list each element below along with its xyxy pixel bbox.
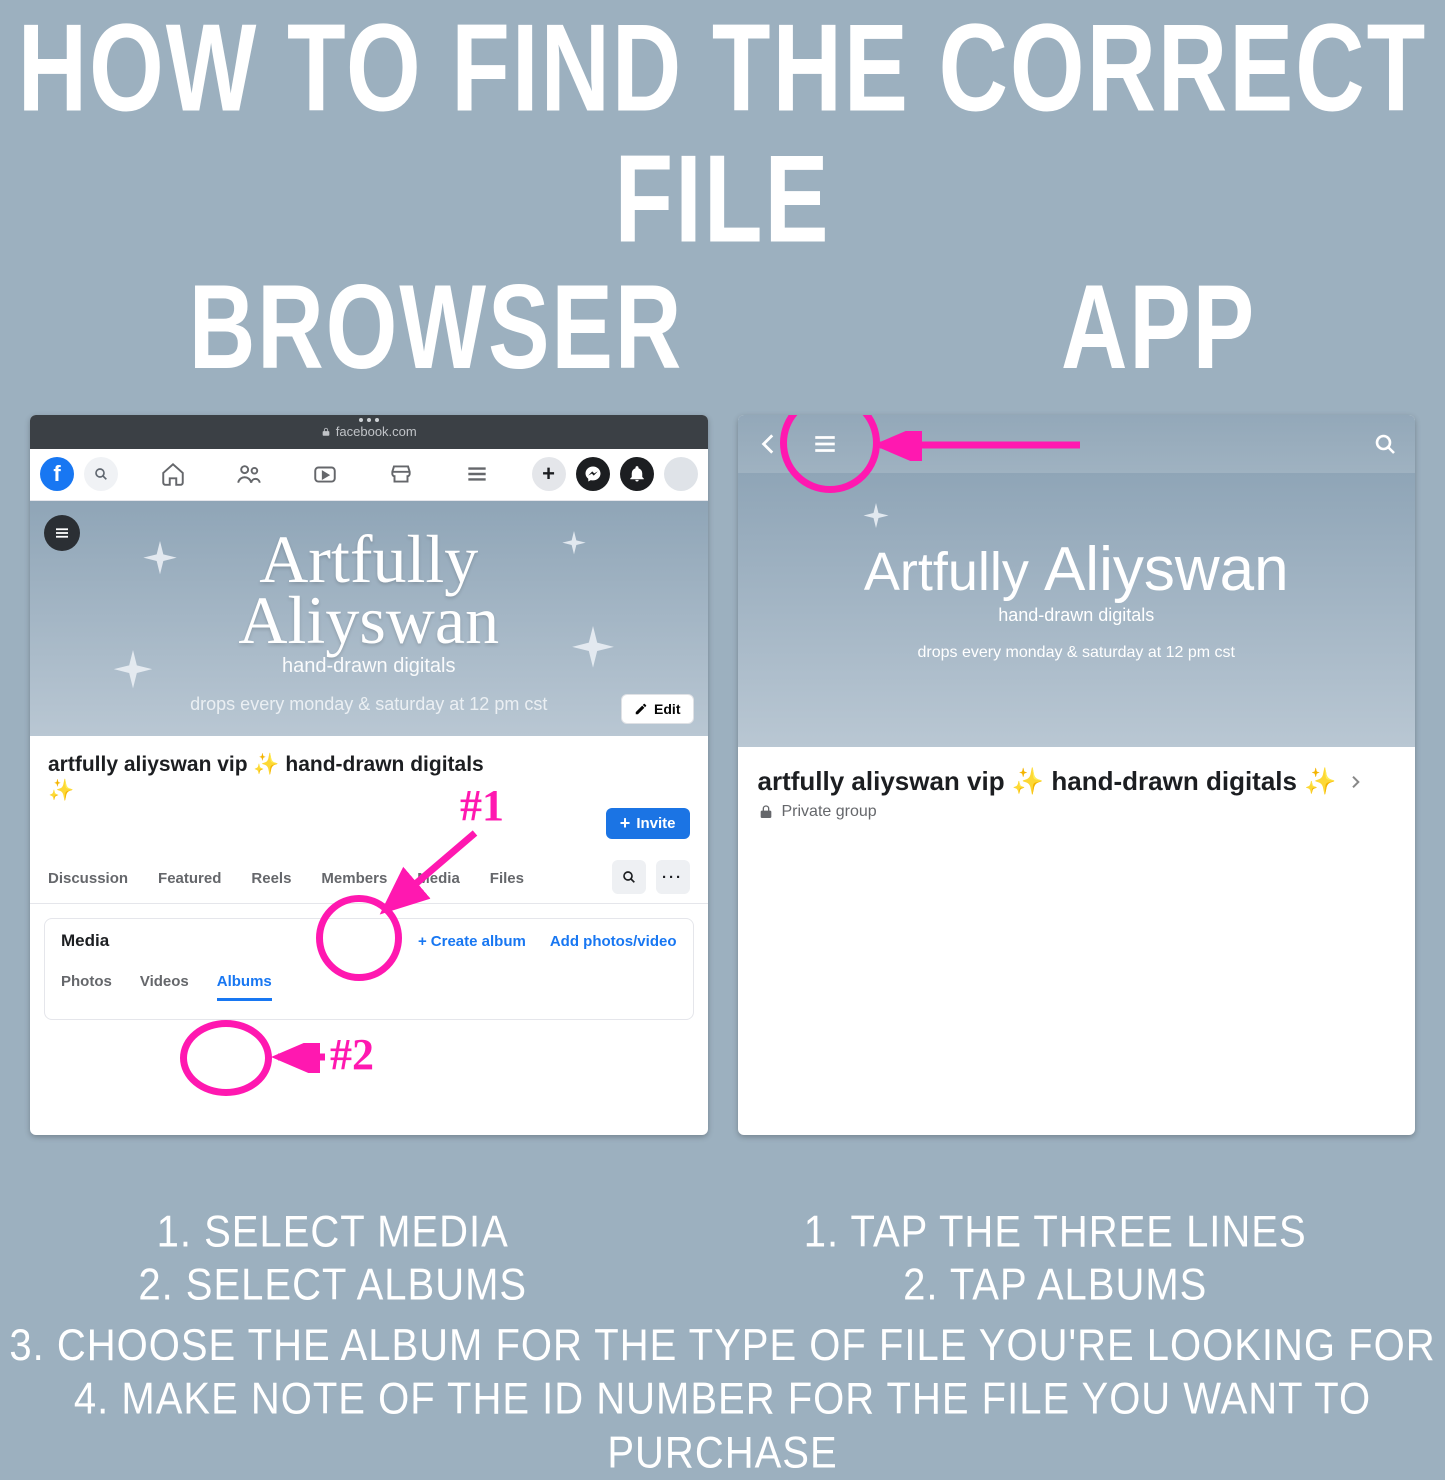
address-bar[interactable]: facebook.com <box>321 424 417 439</box>
facebook-logo[interactable]: f <box>40 457 74 491</box>
app-group-header[interactable]: artfully aliyswan vip ✨ hand-drawn digit… <box>738 747 1416 826</box>
media-title: Media <box>61 931 109 951</box>
annotation-arrow-2 <box>270 1043 330 1073</box>
menu-icon[interactable] <box>812 431 838 457</box>
app-cover-schedule: drops every monday & saturday at 12 pm c… <box>738 644 1416 662</box>
browser-steps: 1. SELECT MEDIA 2. SELECT ALBUMS <box>138 1206 527 1312</box>
url-text: facebook.com <box>336 424 417 439</box>
app-screenshot: Artfully Aliyswan hand-drawn digitals dr… <box>738 415 1416 1135</box>
create-album-button[interactable]: +Create album <box>418 933 526 950</box>
watch-icon[interactable] <box>312 461 338 487</box>
menu-icon <box>53 524 71 542</box>
more-options-button[interactable]: ··· <box>656 860 690 894</box>
marketplace-icon[interactable] <box>388 461 414 487</box>
friends-icon[interactable] <box>236 461 262 487</box>
tab-media[interactable]: Media <box>417 860 460 897</box>
tab-members[interactable]: Members <box>321 860 387 897</box>
nav-tabs <box>160 461 490 487</box>
app-top-bar <box>738 415 1416 473</box>
app-steps: 1. TAP THE THREE LINES 2. TAP ALBUMS <box>804 1206 1307 1312</box>
menu-icon[interactable] <box>464 461 490 487</box>
group-title[interactable]: artfully aliyswan vip ✨ hand-drawn digit… <box>48 752 484 805</box>
messenger-button[interactable] <box>576 457 610 491</box>
search-icon <box>93 466 109 482</box>
notifications-button[interactable] <box>620 457 654 491</box>
search-button[interactable] <box>84 457 118 491</box>
invite-label: Invite <box>636 815 675 832</box>
app-cover: Artfully Aliyswan hand-drawn digitals dr… <box>738 473 1416 747</box>
messenger-icon <box>584 465 602 483</box>
bell-icon <box>628 465 646 483</box>
search-icon[interactable] <box>1373 432 1397 456</box>
cover-tagline: hand-drawn digitals <box>30 655 708 678</box>
annotation-circle-2 <box>180 1020 272 1096</box>
subtab-videos[interactable]: Videos <box>140 965 189 1001</box>
search-icon <box>621 869 637 885</box>
tab-files[interactable]: Files <box>490 860 524 897</box>
app-switcher-dots <box>359 418 379 422</box>
home-icon[interactable] <box>160 461 186 487</box>
facebook-header: f + <box>30 449 708 501</box>
cover-menu-button[interactable] <box>44 515 80 551</box>
tab-featured[interactable]: Featured <box>158 860 221 897</box>
media-subtabs: Photos Videos Albums <box>61 965 677 1001</box>
invite-button[interactable]: + Invite <box>606 808 690 839</box>
browser-label: BROWSER <box>189 260 683 397</box>
account-avatar[interactable] <box>664 457 698 491</box>
app-cover-tagline: hand-drawn digitals <box>738 605 1416 626</box>
group-header: artfully aliyswan vip ✨ hand-drawn digit… <box>30 736 708 905</box>
privacy-indicator: Private group <box>758 803 1396 821</box>
subtab-photos[interactable]: Photos <box>61 965 112 1001</box>
tab-discussion[interactable]: Discussion <box>48 860 128 897</box>
media-section: Media +Create album Add photos/video Pho… <box>44 918 694 1020</box>
subtab-albums[interactable]: Albums <box>217 965 272 1001</box>
shared-step-4: 4. MAKE NOTE OF THE ID NUMBER FOR THE FI… <box>0 1372 1445 1480</box>
group-search-button[interactable] <box>612 860 646 894</box>
browser-screenshot: facebook.com f + <box>30 415 708 1135</box>
app-cover-brand: Artfully Aliyswan <box>738 508 1416 605</box>
shared-step-3: 3. CHOOSE THE ALBUM FOR THE TYPE OF FILE… <box>0 1318 1445 1372</box>
create-button[interactable]: + <box>532 457 566 491</box>
lock-icon <box>321 427 331 437</box>
app-label: APP <box>1061 260 1256 397</box>
tab-reels[interactable]: Reels <box>251 860 291 897</box>
annotation-step2-label: #2 <box>330 1029 374 1080</box>
instructions: 1. SELECT MEDIA 2. SELECT ALBUMS 1. TAP … <box>0 1206 1445 1480</box>
edit-label: Edit <box>654 701 680 717</box>
lock-icon <box>758 804 774 820</box>
chevron-right-icon <box>1347 774 1363 795</box>
edit-cover-button[interactable]: Edit <box>621 694 693 724</box>
group-tabs: Discussion Featured Reels Members Media … <box>48 860 690 897</box>
pencil-icon <box>634 702 648 716</box>
browser-chrome: facebook.com <box>30 415 708 449</box>
app-group-title: artfully aliyswan vip ✨ hand-drawn digit… <box>758 766 1337 796</box>
add-photos-button[interactable]: Add photos/video <box>550 933 677 950</box>
cover-schedule: drops every monday & saturday at 12 pm c… <box>30 694 708 715</box>
page-title: HOW TO FIND THE CORRECT FILE <box>0 4 1445 266</box>
back-icon[interactable] <box>756 431 782 457</box>
group-cover: Artfully Aliyswan hand-drawn digitals dr… <box>30 501 708 736</box>
privacy-text: Private group <box>782 803 877 821</box>
